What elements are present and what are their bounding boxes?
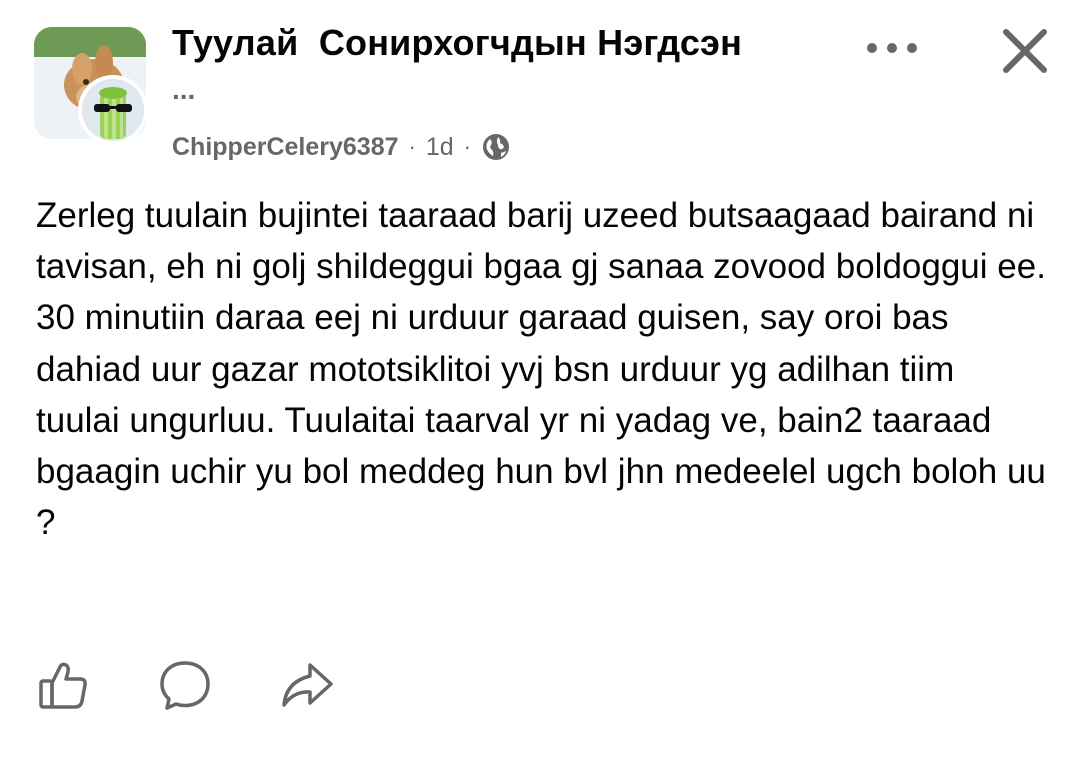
thumbs-up-icon [39, 662, 87, 709]
post-avatar-group[interactable] [34, 27, 156, 145]
globe-icon [481, 132, 511, 162]
author-avatar[interactable] [78, 75, 148, 145]
more-options-button[interactable] [862, 28, 922, 68]
meta-separator: · [408, 134, 416, 159]
post-body-text: Zerleg tuulain bujintei taaraad barij uz… [36, 196, 1046, 543]
author-name[interactable]: ChipperCelery6387 [172, 133, 399, 162]
share-icon [282, 663, 333, 707]
share-button[interactable] [272, 650, 342, 720]
close-icon [1003, 29, 1047, 73]
meta-separator: · [463, 134, 471, 159]
like-button[interactable] [28, 650, 98, 720]
comment-button[interactable] [150, 650, 220, 720]
close-button[interactable] [996, 22, 1054, 80]
more-dots-icon [867, 43, 917, 53]
post-time[interactable]: 1d [426, 133, 454, 162]
celery-avatar-icon [82, 79, 144, 141]
group-name[interactable]: Туулай Сонирхогчдын Нэгдсэн [172, 22, 742, 64]
post-meta: ChipperCelery6387 · 1d · [172, 130, 511, 164]
group-name-overflow: ... [172, 74, 196, 105]
post-actions [28, 650, 342, 720]
comment-icon [160, 661, 210, 710]
